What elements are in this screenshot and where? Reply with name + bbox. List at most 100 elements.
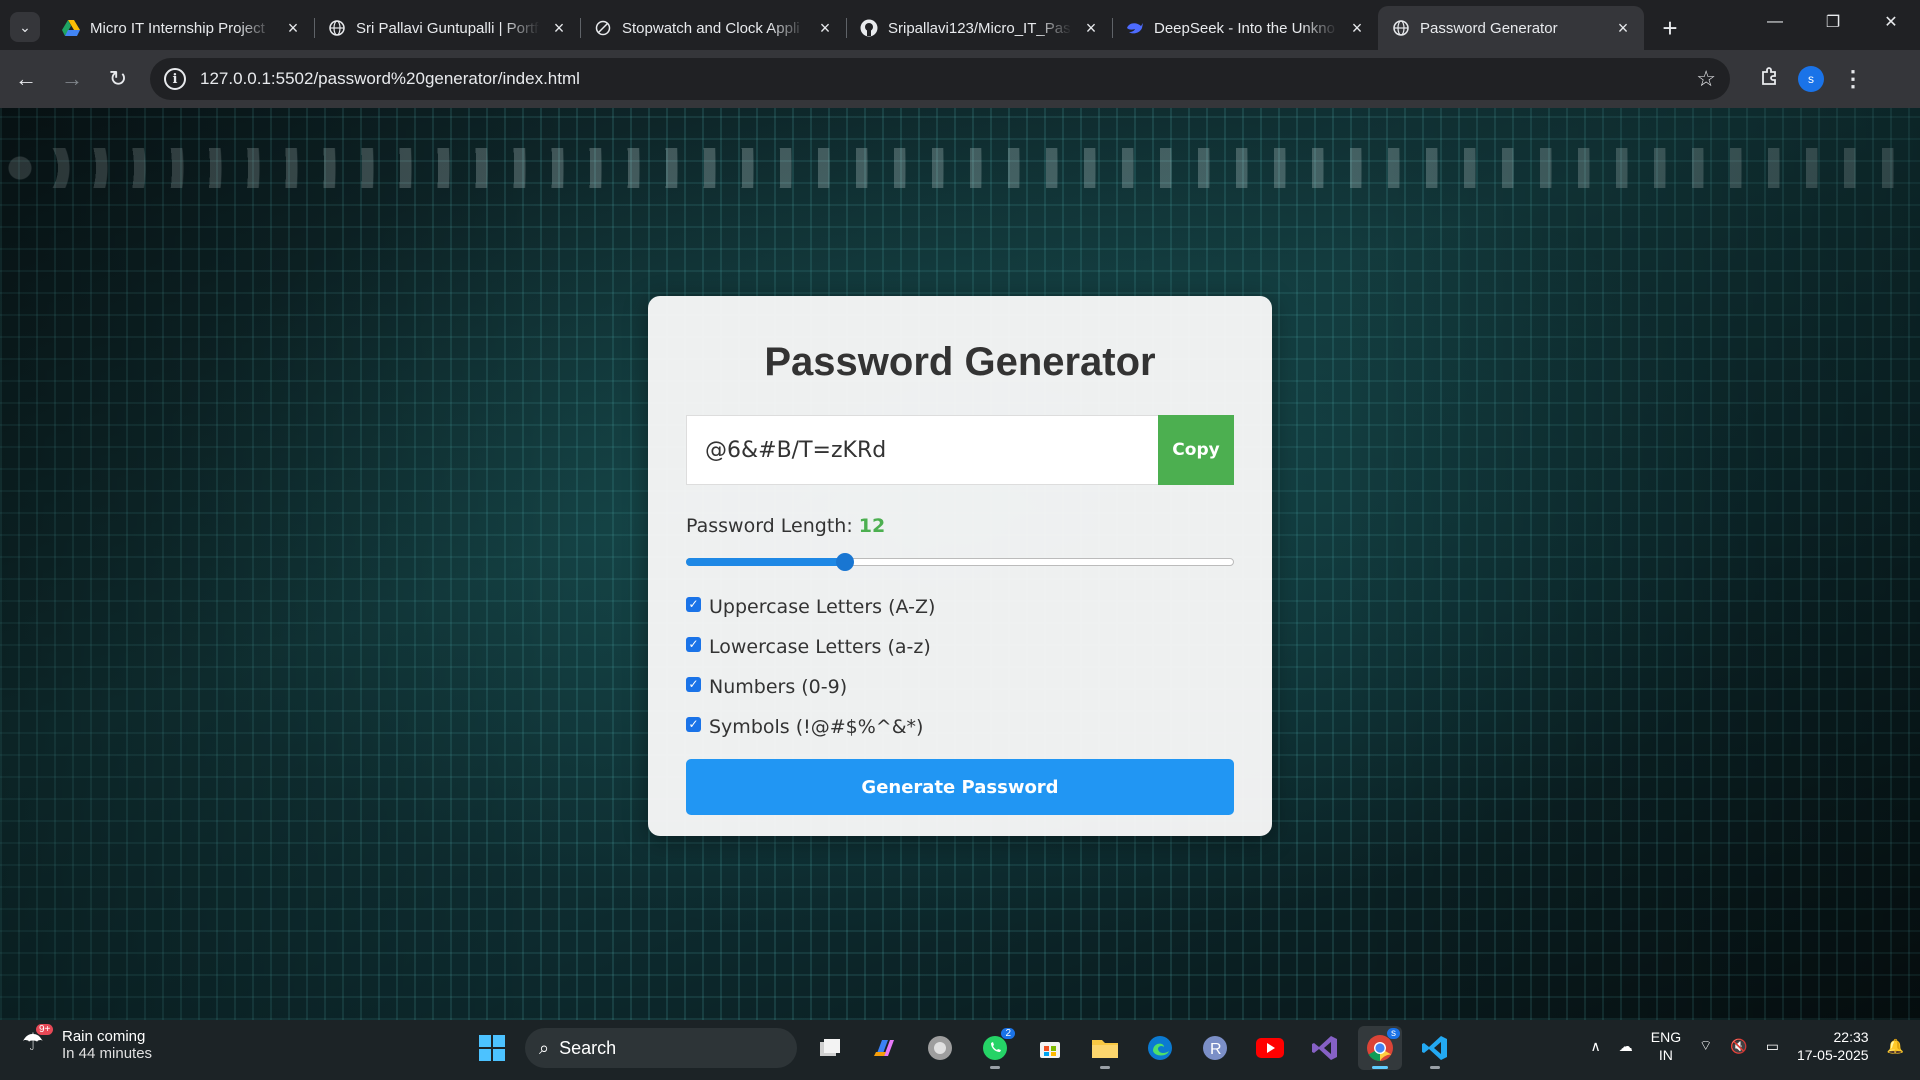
taskbar: ☂ 9+ Rain coming In 44 minutes ⌕ Search … — [0, 1020, 1920, 1080]
menu-kebab-icon[interactable]: ⋮ — [1842, 66, 1864, 92]
restore-button[interactable]: ❐ — [1804, 0, 1862, 44]
language-region: IN — [1658, 1047, 1673, 1063]
close-icon[interactable]: × — [1082, 19, 1100, 37]
checkbox-numbers[interactable]: ✓ — [686, 676, 701, 692]
checkbox-lowercase[interactable]: ✓ — [686, 636, 701, 652]
globe-icon — [1392, 19, 1410, 37]
tab-title: DeepSeek - Into the Unkno — [1154, 19, 1335, 37]
stopwatch-icon — [594, 19, 612, 37]
option-numbers[interactable]: ✓ Numbers (0-9) — [686, 667, 1234, 707]
deepseek-icon — [1126, 19, 1144, 37]
notifications-icon[interactable]: 🔔 — [1887, 1038, 1904, 1055]
url-text[interactable]: 127.0.0.1:5502/password%20generator/inde… — [200, 69, 1682, 89]
bookmark-star-icon[interactable]: ☆ — [1696, 66, 1716, 92]
copy-button[interactable]: Copy — [1158, 415, 1234, 485]
weather-widget[interactable]: ☂ 9+ Rain coming In 44 minutes — [22, 1024, 153, 1062]
volume-muted-icon[interactable]: 🔇 — [1730, 1038, 1747, 1055]
tab-title: Micro IT Internship Project — [90, 19, 265, 37]
tab-portfolio[interactable]: Sri Pallavi Guntupalli | Portf × — [314, 6, 580, 50]
running-indicator — [1372, 1066, 1388, 1069]
chrome-icon[interactable]: s — [1358, 1026, 1402, 1070]
running-indicator — [1430, 1066, 1440, 1069]
window-close-button[interactable]: ✕ — [1862, 0, 1920, 44]
profile-avatar[interactable]: s — [1798, 66, 1824, 92]
close-icon[interactable]: × — [816, 19, 834, 37]
search-icon: ⌕ — [539, 1037, 550, 1058]
tab-title: Sri Pallavi Guntupalli | Portf — [356, 19, 539, 37]
wifi-icon[interactable]: ⌔ — [1699, 1037, 1712, 1055]
generate-password-button[interactable]: Generate Password — [686, 759, 1234, 815]
length-slider[interactable] — [686, 551, 1234, 573]
close-icon[interactable]: × — [284, 19, 302, 37]
visual-studio-icon[interactable] — [1303, 1026, 1347, 1070]
file-explorer-icon[interactable] — [1083, 1026, 1127, 1070]
whatsapp-badge: 2 — [1001, 1028, 1015, 1039]
tab-stopwatch[interactable]: Stopwatch and Clock Appli × — [580, 6, 846, 50]
chrome-profile-icon[interactable] — [918, 1026, 962, 1070]
task-view-icon[interactable] — [808, 1026, 852, 1070]
option-label: Symbols (!@#$%^&*) — [709, 716, 924, 738]
forward-arrow-icon: → — [61, 66, 83, 91]
battery-icon[interactable]: ▭ — [1766, 1038, 1779, 1055]
microsoft-store-icon[interactable] — [1028, 1026, 1072, 1070]
weather-title: Rain coming — [62, 1028, 146, 1045]
extensions-puzzle-icon[interactable] — [1760, 66, 1780, 92]
length-label: Password Length: — [686, 515, 853, 537]
taskbar-search[interactable]: ⌕ Search — [525, 1028, 797, 1068]
whatsapp-icon[interactable]: 2 — [973, 1026, 1017, 1070]
slider-thumb[interactable] — [836, 553, 854, 571]
back-button[interactable]: ← — [6, 59, 46, 99]
forward-button[interactable]: → — [52, 59, 92, 99]
r-app-icon[interactable]: R — [1193, 1026, 1237, 1070]
checkbox-symbols[interactable]: ✓ — [686, 716, 701, 732]
tab-deepseek[interactable]: DeepSeek - Into the Unkno × — [1112, 6, 1378, 50]
running-indicator — [990, 1066, 1000, 1069]
rain-cloud-icon: ☂ 9+ — [22, 1024, 54, 1060]
close-icon[interactable]: × — [550, 19, 568, 37]
password-output[interactable] — [686, 415, 1158, 485]
chevron-up-icon[interactable]: ∧ — [1591, 1038, 1601, 1055]
minimize-button[interactable]: — — [1746, 0, 1804, 44]
system-tray: ∧ ☁ ENG IN ⌔ 🔇 ▭ 22:33 17-05-2025 🔔 — [1591, 1028, 1905, 1064]
back-arrow-icon: ← — [15, 66, 37, 91]
plus-icon: + — [1662, 12, 1678, 43]
copilot-icon[interactable] — [863, 1026, 907, 1070]
tab-github[interactable]: Sripallavi123/Micro_IT_Pass × — [846, 6, 1112, 50]
new-tab-button[interactable]: + — [1652, 10, 1688, 46]
tab-password-generator[interactable]: Password Generator × — [1378, 6, 1644, 50]
site-info-icon[interactable]: i — [164, 68, 186, 90]
github-icon — [860, 19, 878, 37]
tab-micro-it[interactable]: Micro IT Internship Project × — [48, 6, 314, 50]
clock-time: 22:33 — [1833, 1029, 1869, 1045]
reload-icon: ↻ — [108, 66, 128, 91]
clock[interactable]: 22:33 17-05-2025 — [1797, 1028, 1869, 1064]
weather-badge: 9+ — [36, 1024, 54, 1035]
tab-strip: ⌄ Micro IT Internship Project × Sri Pall… — [0, 0, 1920, 50]
option-label: Lowercase Letters (a-z) — [709, 636, 931, 658]
length-value: 12 — [858, 515, 886, 537]
option-uppercase[interactable]: ✓ Uppercase Letters (A-Z) — [686, 587, 1234, 627]
vscode-icon[interactable] — [1413, 1026, 1457, 1070]
tab-search-button[interactable]: ⌄ — [10, 12, 40, 42]
globe-icon — [328, 19, 346, 37]
google-drive-icon — [62, 19, 80, 37]
edge-icon[interactable] — [1138, 1026, 1182, 1070]
weather-subtitle: In 44 minutes — [62, 1045, 153, 1062]
onedrive-offline-icon[interactable]: ☁ — [1619, 1038, 1633, 1055]
address-bar[interactable]: i 127.0.0.1:5502/password%20generator/in… — [150, 58, 1730, 100]
checkbox-uppercase[interactable]: ✓ — [686, 596, 701, 612]
option-label: Numbers (0-9) — [709, 676, 848, 698]
language-indicator[interactable]: ENG IN — [1651, 1028, 1681, 1064]
language-code: ENG — [1650, 1029, 1682, 1045]
close-icon[interactable]: × — [1614, 19, 1632, 37]
option-lowercase[interactable]: ✓ Lowercase Letters (a-z) — [686, 627, 1234, 667]
close-icon[interactable]: × — [1348, 19, 1366, 37]
toolbar-right: s ⋮ — [1760, 66, 1864, 92]
youtube-icon[interactable] — [1248, 1026, 1292, 1070]
option-label: Uppercase Letters (A-Z) — [709, 596, 936, 618]
window-controls: — ❐ ✕ — [1746, 0, 1920, 44]
reload-button[interactable]: ↻ — [98, 59, 138, 99]
windows-start-icon[interactable] — [470, 1026, 514, 1070]
slider-fill — [686, 558, 845, 566]
option-symbols[interactable]: ✓ Symbols (!@#$%^&*) — [686, 707, 1234, 747]
